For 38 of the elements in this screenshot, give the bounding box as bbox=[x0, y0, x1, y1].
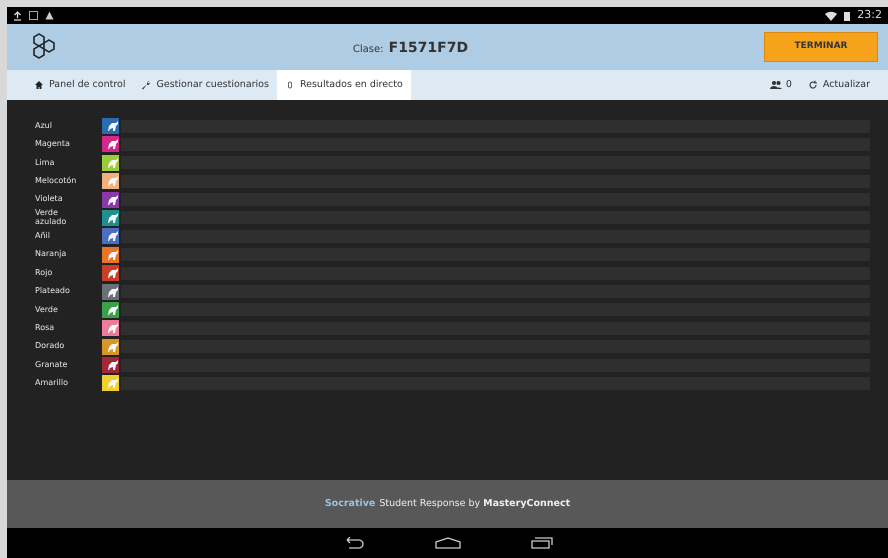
finish-button[interactable]: TERMINAR bbox=[764, 32, 878, 62]
refresh-icon bbox=[808, 80, 818, 90]
team-name: Amarillo bbox=[35, 379, 70, 388]
team-name: Azul bbox=[35, 122, 53, 130]
team-name: Violeta bbox=[35, 195, 64, 204]
battery-icon bbox=[844, 10, 850, 20]
team-name: Añil bbox=[35, 232, 51, 241]
team-name: Verde azulado bbox=[35, 209, 68, 226]
team-name: Verde bbox=[35, 306, 59, 314]
class-code: F1571F7D bbox=[388, 40, 468, 56]
student-count: 0 bbox=[762, 70, 800, 100]
recent-apps-icon[interactable] bbox=[530, 537, 552, 549]
refresh-button[interactable]: Actualizar bbox=[800, 70, 878, 100]
class-label: Clase: bbox=[352, 44, 384, 55]
upload-icon bbox=[13, 10, 22, 20]
brand-name: Socrative bbox=[324, 496, 376, 511]
team-name: Rosa bbox=[35, 324, 56, 333]
nav-tab[interactable]: Panel de control bbox=[26, 70, 134, 100]
students-icon bbox=[770, 81, 782, 89]
hexagon-logo-icon bbox=[31, 33, 57, 61]
wifi-icon bbox=[825, 10, 838, 20]
clock-time: 23:2 bbox=[857, 7, 882, 24]
team-name: Naranja bbox=[35, 250, 68, 259]
footer-text: Student Response by MasteryConnect bbox=[379, 496, 570, 511]
image-icon bbox=[29, 11, 38, 20]
team-name: Magenta bbox=[35, 140, 71, 149]
nav-tab[interactable]: Gestionar cuestionarios bbox=[133, 70, 277, 100]
wrench-icon bbox=[141, 80, 152, 90]
team-name: Melocotón bbox=[35, 176, 78, 186]
team-name: Dorado bbox=[35, 342, 66, 351]
team-name: Rojo bbox=[35, 268, 54, 278]
team-name: Granate bbox=[35, 360, 68, 370]
team-name: Plateado bbox=[35, 287, 71, 296]
home-icon bbox=[34, 80, 44, 90]
home-icon[interactable] bbox=[434, 537, 460, 549]
nav-tab[interactable]: Resultados en directo bbox=[276, 70, 411, 100]
team-name: Lima bbox=[35, 158, 56, 168]
warning-icon bbox=[45, 11, 54, 20]
